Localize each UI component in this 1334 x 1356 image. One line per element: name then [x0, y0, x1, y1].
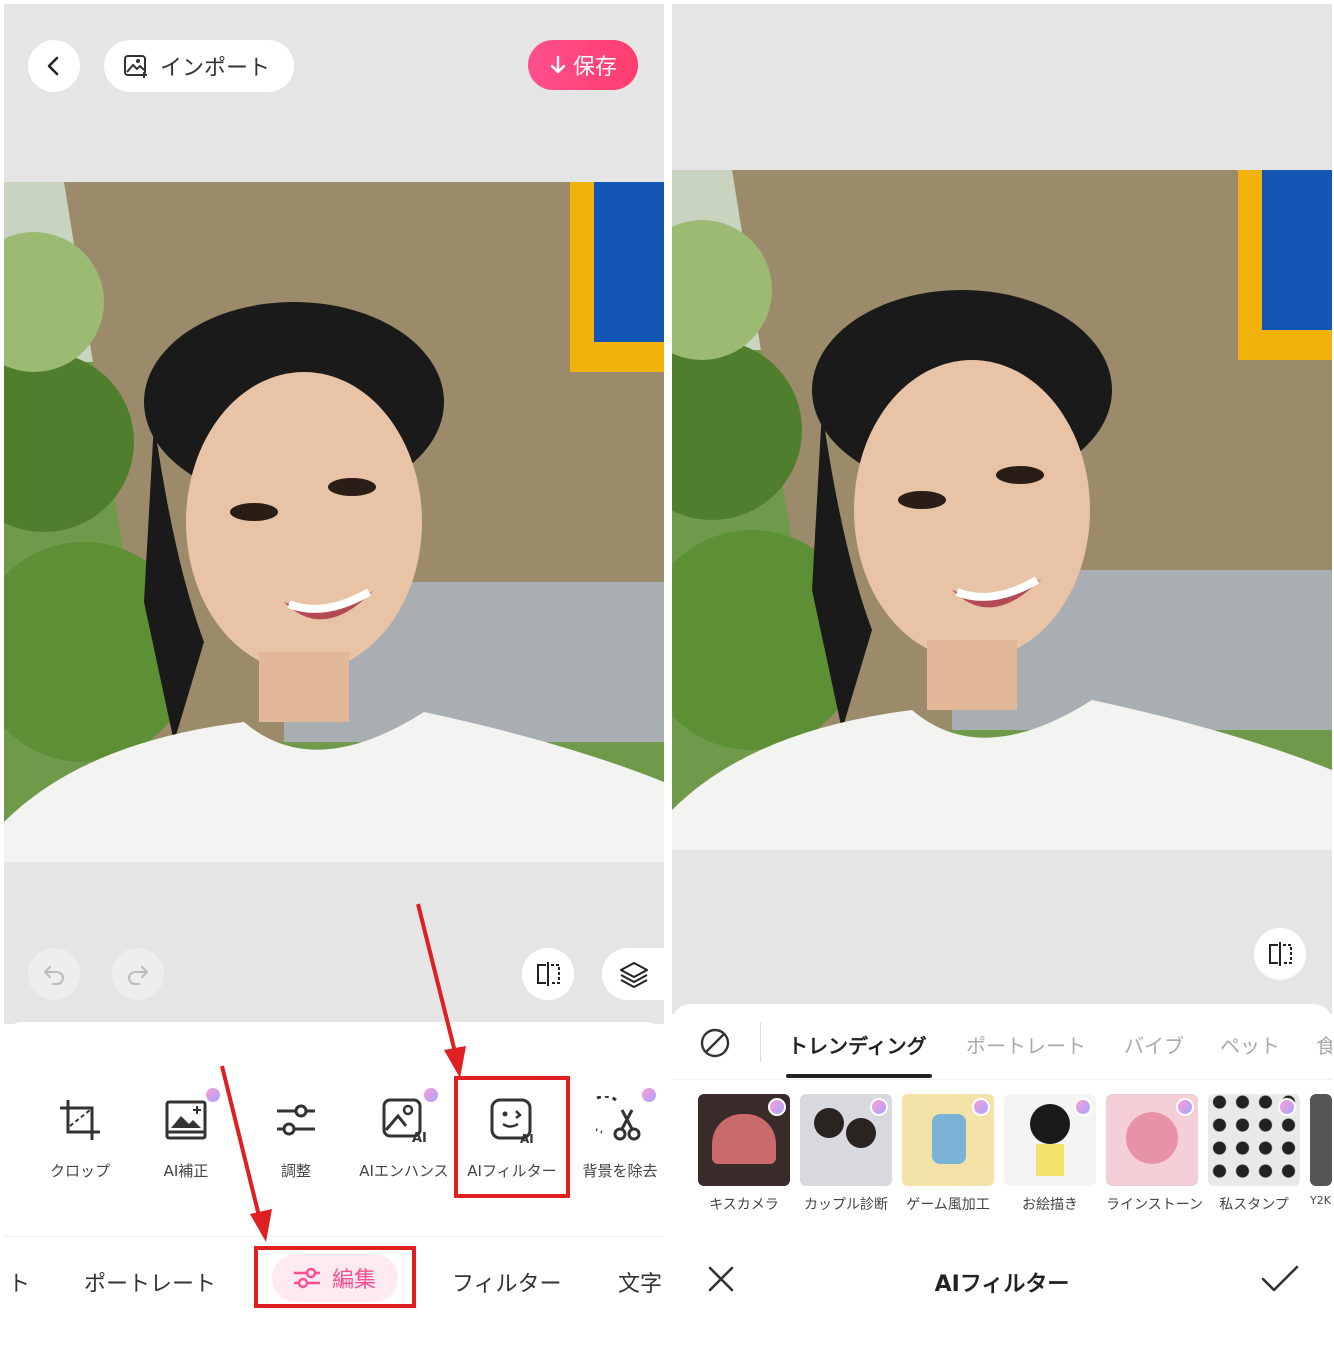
filter-label: 私スタンプ	[1219, 1197, 1289, 1213]
edited-photo	[4, 182, 664, 862]
redo-icon	[128, 966, 149, 985]
save-button[interactable]: 保存	[528, 40, 638, 90]
highlight-box-ai-filter	[454, 1076, 570, 1198]
filter-label: キスカメラ	[709, 1197, 779, 1213]
remove-background-scissors-icon	[596, 1096, 641, 1141]
filter-preview-photo	[672, 170, 1332, 850]
layers-button[interactable]	[602, 948, 664, 1000]
filter-label: お絵描き	[1022, 1197, 1078, 1213]
filter-thumb-game[interactable]: ゲーム風加工	[902, 1094, 994, 1214]
premium-badge-icon	[972, 1098, 990, 1116]
active-tab-indicator	[786, 1074, 932, 1078]
filter-thumb-couple[interactable]: カップル診断	[800, 1094, 892, 1214]
tool-label: 調整	[280, 1162, 311, 1180]
highlight-box-edit-tab	[254, 1246, 416, 1308]
chevron-left-icon	[47, 56, 59, 76]
tool-ai-enhance[interactable]: AI AIエンハンス	[350, 1086, 458, 1181]
import-label: インポート	[160, 56, 271, 81]
filter-thumb-my-stamp[interactable]: 私スタンプ	[1208, 1094, 1300, 1214]
download-arrow-icon	[550, 55, 566, 74]
save-label: 保存	[572, 55, 617, 80]
premium-badge-icon	[1074, 1098, 1092, 1116]
undo-icon	[43, 966, 64, 985]
tool-ai-correct[interactable]: AI補正	[132, 1086, 240, 1181]
right-screenshot: トレンディング ポートレート バイブ ペット 食 キスカメラ カップル診断 ゲー…	[672, 4, 1332, 1356]
back-button[interactable]	[28, 40, 80, 92]
tool-remove-bg[interactable]: 背景を除去	[566, 1086, 664, 1181]
divider	[760, 1022, 761, 1062]
ai-enhance-icon: AI	[382, 1098, 427, 1144]
import-button[interactable]: インポート	[104, 40, 294, 92]
adjust-sliders-icon	[277, 1104, 315, 1136]
no-filter-icon	[700, 1028, 730, 1058]
crop-icon	[60, 1100, 100, 1140]
no-filter-button[interactable]	[698, 1026, 732, 1064]
compare-button[interactable]	[522, 948, 574, 1000]
category-tab-vibe[interactable]: バイブ	[1124, 1030, 1184, 1059]
svg-text:AI: AI	[412, 1131, 427, 1144]
tool-label: AI補正	[163, 1162, 209, 1180]
compare-icon	[537, 962, 560, 986]
filter-label: Y2K	[1310, 1194, 1331, 1207]
filter-label: ラインストーン	[1106, 1197, 1204, 1213]
category-tab-trending[interactable]: トレンディング	[788, 1030, 927, 1059]
premium-badge-icon	[1278, 1098, 1296, 1116]
ai-enhance-photo-icon	[165, 1100, 207, 1140]
category-tab-pet[interactable]: ペット	[1220, 1030, 1280, 1059]
sheet-title: AIフィルター	[934, 1272, 1070, 1297]
nav-tab-text[interactable]: 文字	[618, 1266, 662, 1298]
compare-icon	[1269, 942, 1292, 966]
tool-label: クロップ	[49, 1162, 110, 1180]
premium-badge-icon	[640, 1086, 658, 1104]
category-tab-portrait[interactable]: ポートレート	[966, 1030, 1086, 1059]
filter-thumb-drawing[interactable]: お絵描き	[1004, 1094, 1096, 1214]
image-add-icon	[124, 55, 147, 78]
premium-badge-icon	[1176, 1098, 1194, 1116]
premium-badge-icon	[870, 1098, 888, 1116]
filter-thumb-rhinestone[interactable]: ラインストーン	[1106, 1094, 1204, 1214]
filter-label: ゲーム風加工	[906, 1197, 990, 1213]
tool-adjust[interactable]: 調整	[242, 1092, 350, 1181]
premium-badge-icon	[204, 1086, 222, 1104]
premium-badge-icon	[768, 1098, 786, 1116]
layers-icon	[620, 962, 648, 988]
nav-tab-filter[interactable]: フィルター	[452, 1266, 562, 1298]
check-icon	[1261, 1265, 1299, 1292]
tool-label: 背景を除去	[582, 1162, 658, 1180]
filter-thumb-y2k[interactable]: Y2K	[1310, 1094, 1332, 1207]
nav-tab-portrait[interactable]: ポートレート	[84, 1266, 216, 1298]
filter-thumb-kiss-camera[interactable]: キスカメラ	[698, 1094, 790, 1214]
compare-button[interactable]	[1254, 928, 1306, 980]
filter-label: カップル診断	[804, 1197, 888, 1213]
redo-button[interactable]	[112, 948, 164, 1000]
tool-crop[interactable]: クロップ	[26, 1092, 134, 1181]
confirm-button[interactable]	[1260, 1264, 1300, 1298]
nav-tab-partial[interactable]: ト	[8, 1266, 30, 1298]
tool-label: AIエンハンス	[359, 1162, 449, 1180]
left-screenshot: インポート 保存 クロップ AI補正 調整 AI AIエンハンス AI AIフィ…	[4, 4, 664, 1356]
category-tab-food[interactable]: 食	[1316, 1030, 1332, 1059]
premium-badge-icon	[422, 1086, 440, 1104]
undo-button[interactable]	[28, 948, 80, 1000]
